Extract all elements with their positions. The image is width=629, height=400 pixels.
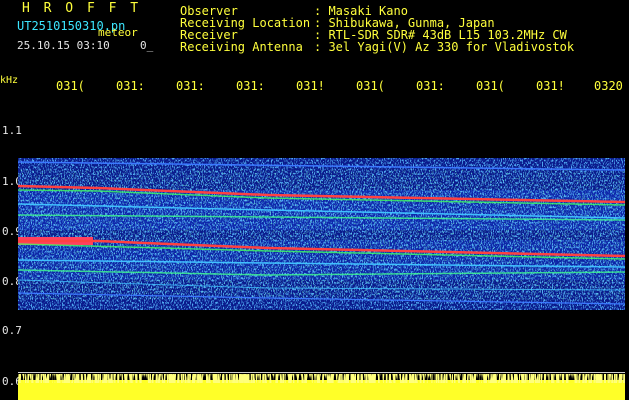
time-tick: 031: bbox=[116, 79, 145, 93]
time-tick: 0320 bbox=[594, 79, 623, 93]
antenna-value: : 3el Yagi(V) Az 330 for Vladivostok bbox=[314, 40, 575, 54]
time-tick: 031( bbox=[356, 79, 385, 93]
program-label: meteor bbox=[98, 26, 138, 39]
spectrogram-waterfall bbox=[18, 158, 625, 310]
time-tick: 031: bbox=[416, 79, 445, 93]
unit-label: kHz bbox=[0, 75, 19, 86]
time-tick: 031( bbox=[476, 79, 505, 93]
antenna-label: Receiving Antenna bbox=[180, 40, 303, 54]
time-tick: 031! bbox=[536, 79, 565, 93]
time-tick: 031! bbox=[296, 79, 325, 93]
time-tick: 031: bbox=[176, 79, 205, 93]
date-time-extra: 0_ bbox=[140, 39, 154, 52]
baseline-line bbox=[18, 372, 625, 373]
time-tick: 031( bbox=[56, 79, 85, 93]
time-tick: 031: bbox=[236, 79, 265, 93]
date-time: 25.10.15 03:10 bbox=[17, 39, 110, 52]
app-brand: H R O F F T bbox=[22, 1, 142, 16]
signal-level-bar bbox=[18, 374, 625, 400]
